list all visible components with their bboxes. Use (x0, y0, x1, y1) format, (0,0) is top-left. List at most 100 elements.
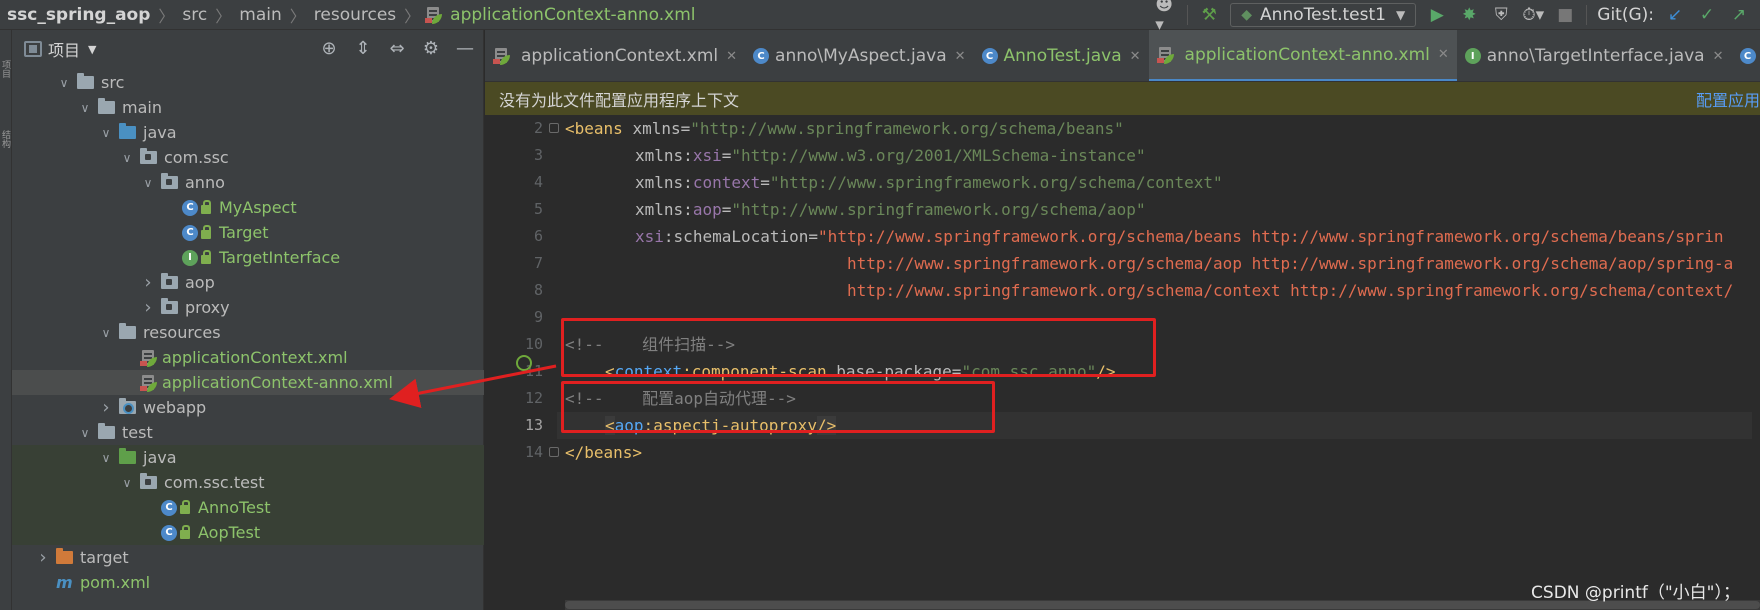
configure-context-link[interactable]: 配置应用 (1696, 82, 1760, 115)
chevron-down-icon[interactable]: ∨ (99, 126, 113, 140)
tree-item[interactable]: › aop (12, 270, 484, 295)
chevron-down-icon[interactable]: ∨ (120, 476, 134, 490)
collapse-all-icon[interactable]: ⇔ (387, 38, 407, 59)
tree-item[interactable]: ∨ anno (12, 170, 484, 195)
editor-tab[interactable]: Canno\MyAspect.java ✕ (745, 30, 974, 81)
chevron-down-icon[interactable]: ∨ (57, 76, 71, 90)
chevron-down-icon[interactable]: ∨ (78, 101, 92, 115)
tree-item[interactable]: ∨ com.ssc.test (12, 470, 484, 495)
tree-item[interactable]: ∨ src (12, 70, 484, 95)
tree-item[interactable]: ∨ java (12, 120, 484, 145)
expand-all-icon[interactable]: ⇕ (353, 38, 373, 59)
git-commit-check-icon[interactable]: ✓ (1696, 4, 1718, 26)
close-icon[interactable]: ✕ (1713, 49, 1724, 64)
editor-tab[interactable]: applicationContext.xml ✕ (485, 30, 745, 81)
breadcrumb-file[interactable]: applicationContext-anno.xml (447, 5, 698, 25)
tree-item[interactable]: ∨ test (12, 420, 484, 445)
code-line-7[interactable]: http://www.springframework.org/schema/ao… (565, 250, 1760, 277)
build-hammer-icon[interactable]: ⚒ (1198, 4, 1220, 26)
git-push-arrow-icon[interactable]: ↗ (1728, 4, 1750, 26)
chevron-down-icon[interactable]: ∨ (120, 151, 134, 165)
code-line-14[interactable]: </beans> (565, 439, 1760, 466)
chevron-down-icon[interactable]: ▼ (88, 43, 96, 56)
stop-icon[interactable]: ■ (1554, 4, 1576, 26)
hide-panel-icon[interactable]: — (455, 38, 475, 59)
tree-item[interactable]: › proxy (12, 295, 484, 320)
tree-item[interactable]: ›CTarget (12, 220, 484, 245)
close-icon[interactable]: ✕ (1130, 49, 1141, 64)
lock-icon (201, 250, 211, 264)
run-icon[interactable]: ▶ (1426, 4, 1448, 26)
code-line-2[interactable]: <beans xmlns="http://www.springframework… (565, 115, 1760, 142)
chevron-down-icon[interactable]: ∨ (99, 326, 113, 340)
breadcrumb-resources[interactable]: resources (311, 5, 399, 25)
breadcrumb-src[interactable]: src (179, 5, 210, 25)
editor-tab[interactable]: C AnnoTest.java ✕ (974, 30, 1149, 81)
code-line-6[interactable]: xsi:schemaLocation="http://www.springfra… (565, 223, 1760, 250)
code-line-11[interactable]: <context:component-scan base-package="co… (565, 358, 1760, 385)
tree-item[interactable]: ›CAopTest (12, 520, 484, 545)
tree-item[interactable]: ›applicationContext.xml (12, 345, 484, 370)
code-line-12[interactable]: <!-- 配置aop自动代理--> (565, 385, 1760, 412)
tree-item-label: target (80, 548, 129, 567)
breadcrumb-separator-icon: 〉 (158, 7, 175, 26)
editor-tab[interactable]: applicationContext-anno.xml ✕ (1148, 30, 1457, 81)
coverage-shield-icon[interactable]: ⛨ (1490, 4, 1512, 26)
code-line-5[interactable]: xmlns:aop="http://www.springframework.or… (565, 196, 1760, 223)
breadcrumb-main[interactable]: main (236, 5, 284, 25)
close-icon[interactable]: ✕ (955, 49, 966, 64)
tree-item[interactable]: › target (12, 545, 484, 570)
fold-marker-icon[interactable] (549, 447, 559, 457)
structure-tool-window-tab[interactable]: 结构 (0, 130, 10, 148)
git-update-arrow-icon[interactable]: ↙ (1664, 4, 1686, 26)
close-icon[interactable]: ✕ (1438, 47, 1449, 62)
project-tool-window-tab[interactable]: 项目 (0, 60, 10, 78)
close-icon[interactable]: ✕ (726, 49, 737, 64)
chevron-right-icon[interactable]: › (141, 272, 155, 293)
tree-item[interactable]: ›ITargetInterface (12, 245, 484, 270)
project-panel: 项目 ▼ ⊕ ⇕ ⇔ ⚙ — ∨ src ∨ main ∨ java ∨ com.ssc ∨ an… (12, 30, 484, 610)
tree-item-label: TargetInterface (219, 248, 341, 267)
tree-item[interactable]: ∨ resources (12, 320, 484, 345)
tree-item[interactable]: › webapp (12, 395, 484, 420)
code-line-8[interactable]: http://www.springframework.org/schema/co… (565, 277, 1760, 304)
editor-tab[interactable]: Canno\Target.j (1732, 30, 1760, 81)
chevron-right-icon[interactable]: › (141, 297, 155, 318)
tree-item[interactable]: ∨ com.ssc (12, 145, 484, 170)
project-panel-title[interactable]: 项目 (48, 37, 80, 61)
tree-item[interactable]: ∨ main (12, 95, 484, 120)
run-configuration-select[interactable]: ◆ AnnoTest.test1 ▼ (1230, 3, 1417, 27)
chevron-down-icon[interactable]: ∨ (78, 426, 92, 440)
xml-file-icon (1156, 46, 1175, 64)
breadcrumb-project[interactable]: ssc_spring_aop (4, 5, 153, 25)
tree-item[interactable]: ›CAnnoTest (12, 495, 484, 520)
profiler-icon[interactable]: ⏱▾ (1522, 4, 1544, 26)
gear-icon[interactable]: ⚙ (421, 38, 441, 59)
chevron-right-icon[interactable]: › (99, 397, 113, 418)
fold-marker-icon[interactable] (549, 123, 559, 133)
editor-tab[interactable]: Ianno\TargetInterface.java ✕ (1457, 30, 1732, 81)
lock-icon (180, 525, 190, 539)
chevron-down-icon[interactable]: ∨ (141, 176, 155, 190)
code-editor[interactable]: 2 3 4 5 6 7 8 9 10 11 12 13 14 <beans xmlns="http://… (485, 115, 1760, 610)
locate-target-icon[interactable]: ⊕ (319, 38, 339, 59)
spring-bean-icon[interactable] (516, 355, 532, 371)
code-line-9[interactable] (565, 304, 1760, 331)
code-line-10[interactable]: <!-- 组件扫描--> (565, 331, 1760, 358)
user-icon[interactable]: ☻▾ (1155, 0, 1177, 35)
code-line-13[interactable]: <aop:aspectj-autoproxy/> (557, 412, 1752, 439)
tree-item[interactable]: ∨ java (12, 445, 484, 470)
chevron-down-icon[interactable]: ∨ (99, 451, 113, 465)
watermark: CSDN @printf（"小白"）； (1531, 583, 1740, 603)
tree-item[interactable]: ›applicationContext-anno.xml (12, 370, 484, 395)
tree-item[interactable]: ›mpom.xml (12, 570, 484, 595)
chevron-right-icon[interactable]: › (36, 547, 50, 568)
code-line-4[interactable]: xmlns:context="http://www.springframewor… (565, 169, 1760, 196)
tree-item[interactable]: ›CMyAspect (12, 195, 484, 220)
tree-item-label: main (122, 98, 162, 117)
code-line-3[interactable]: xmlns:xsi="http://www.w3.org/2001/XMLSch… (565, 142, 1760, 169)
tree-item-label: applicationContext-anno.xml (162, 373, 393, 392)
line-number: 14 (524, 443, 543, 461)
debug-bug-icon[interactable]: ✸ (1458, 4, 1480, 26)
maven-icon: m (56, 573, 73, 592)
